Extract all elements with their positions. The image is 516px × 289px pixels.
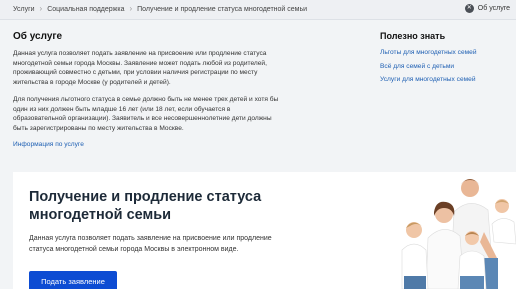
useful-link-benefits[interactable]: Льготы для многодетных семей [380,49,477,56]
family-photo [401,179,516,289]
breadcrumb-item-services[interactable]: Услуги [13,6,35,13]
about-title: Об услуге [13,31,63,42]
useful-link-families[interactable]: Всё для семей с детьми [380,63,454,70]
about-paragraph-1: Данная услуга позволяет подать заявление… [13,50,267,86]
breadcrumb-item-social-support[interactable]: Социальная поддержка [47,6,124,13]
service-info-link[interactable]: Информация по услуге [13,141,84,148]
chevron-right-icon: › [39,4,43,13]
service-title: Получение и продление статуса многодетно… [29,189,262,223]
about-paragraph-2: Для получения льготного статуса в семье … [13,96,279,132]
submit-application-button[interactable]: Подать заявление [29,271,117,289]
about-panel: Об услуге Данная услуга позволяет подать… [0,20,516,162]
service-description: Данная услуга позволяет подать заявление… [29,235,272,253]
useful-title: Полезно знать [380,31,446,41]
chevron-right-icon: › [129,4,133,13]
about-toggle-label: Об услуге [477,5,510,12]
useful-link-services[interactable]: Услуги для многодетных семей [380,76,476,83]
about-toggle-button[interactable]: ✕ Об услуге [464,4,510,13]
close-icon[interactable]: ✕ [464,4,474,13]
breadcrumb-bar: Услуги › Социальная поддержка › Получени… [0,0,516,20]
service-hero-card: Получение и продление статуса многодетно… [13,172,516,289]
breadcrumb: Услуги › Социальная поддержка › Получени… [13,5,307,13]
breadcrumb-item-current: Получение и продление статуса многодетно… [137,5,308,13]
